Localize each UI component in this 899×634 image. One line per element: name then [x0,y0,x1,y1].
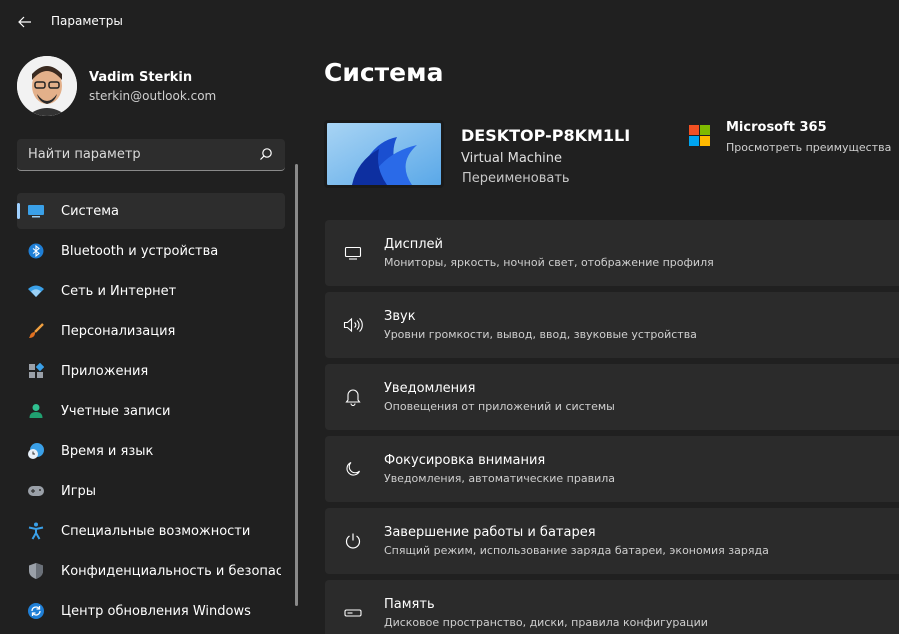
sidebar-item-label: Игры [61,483,97,499]
settings-list: Дисплей Мониторы, яркость, ночной свет, … [325,220,899,634]
sidebar-item-windows-update[interactable]: Центр обновления Windows [17,593,285,629]
update-icon [27,602,45,620]
avatar-caricature-icon [17,56,77,116]
device-name: DESKTOP-P8KM1LI [461,126,631,145]
settings-card-sound[interactable]: Звук Уровни громкости, вывод, ввод, звук… [325,292,899,358]
wifi-icon [27,282,45,300]
sidebar-item-label: Время и язык [61,443,154,459]
sidebar-item-system[interactable]: Система [17,193,285,229]
accessibility-icon [27,522,45,540]
card-subtitle: Уровни громкости, вывод, ввод, звуковые … [384,328,697,341]
card-title: Завершение работы и батарея [384,525,596,540]
search-icon[interactable] [259,147,273,161]
rename-link[interactable]: Переименовать [461,171,630,186]
sidebar-item-label: Bluetooth и устройства [61,243,219,259]
arrow-left-icon [18,16,31,28]
card-subtitle: Дисковое пространство, диски, правила ко… [384,616,708,629]
sidebar-nav: Система Bluetooth и устройства Сеть и Ин… [17,193,285,633]
user-profile[interactable]: Vadim Sterkin sterkin@outlook.com [17,55,216,117]
microsoft-logo-icon [689,125,710,146]
card-title: Уведомления [384,381,476,396]
sidebar-item-accessibility[interactable]: Специальные возможности [17,513,285,549]
card-subtitle: Уведомления, автоматические правила [384,472,615,485]
sidebar-item-label: Центр обновления Windows [61,603,251,619]
search-box[interactable] [17,139,285,171]
apps-icon [27,362,45,380]
card-title: Звук [384,309,416,324]
title-bar: Параметры [0,0,899,44]
back-button[interactable] [14,12,36,32]
avatar[interactable] [17,56,77,116]
settings-card-power[interactable]: Завершение работы и батарея Спящий режим… [325,508,899,574]
sidebar-item-label: Приложения [61,363,149,379]
person-icon [27,402,45,420]
display-icon [343,243,363,263]
user-email: sterkin@outlook.com [89,88,217,103]
gamepad-icon [27,482,45,500]
desktop-wallpaper-thumbnail [324,120,444,188]
user-name: Vadim Sterkin [89,69,193,85]
sidebar-item-label: Сеть и Интернет [61,283,177,299]
power-icon [343,531,363,551]
app-title: Параметры [51,14,123,28]
shield-icon [27,562,45,580]
page-title: Система [324,58,444,87]
sidebar-item-apps[interactable]: Приложения [17,353,285,389]
sidebar-item-bluetooth[interactable]: Bluetooth и устройства [17,233,285,269]
settings-card-focus-assist[interactable]: Фокусировка внимания Уведомления, автома… [325,436,899,502]
sidebar-item-gaming[interactable]: Игры [17,473,285,509]
device-card: DESKTOP-P8KM1LI Virtual Machine Переимен… [324,120,630,188]
card-title: Фокусировка внимания [384,453,546,468]
globe-clock-icon [27,442,45,460]
microsoft-365-promo[interactable]: Microsoft 365 Просмотреть преимущества [689,120,891,154]
card-subtitle: Мониторы, яркость, ночной свет, отображе… [384,256,714,269]
card-subtitle: Спящий режим, использование заряда батар… [384,544,769,557]
bell-icon [343,387,363,407]
promo-title: Microsoft 365 [726,120,827,135]
brush-icon [27,322,45,340]
storage-icon [343,603,363,623]
device-type: Virtual Machine [461,151,563,166]
settings-card-storage[interactable]: Память Дисковое пространство, диски, пра… [325,580,899,634]
settings-card-display[interactable]: Дисплей Мониторы, яркость, ночной свет, … [325,220,899,286]
search-input[interactable] [28,147,248,162]
card-subtitle: Оповещения от приложений и системы [384,400,615,413]
sidebar-item-accounts[interactable]: Учетные записи [17,393,285,429]
sidebar-item-label: Специальные возможности [61,523,251,539]
bluetooth-icon [27,242,45,260]
sidebar-item-label: Учетные записи [61,403,171,419]
sidebar-item-network[interactable]: Сеть и Интернет [17,273,285,309]
card-title: Дисплей [384,237,444,252]
sidebar-item-personalization[interactable]: Персонализация [17,313,285,349]
windows-bloom-icon [327,123,441,185]
speaker-icon [343,315,363,335]
moon-icon [343,459,363,479]
card-title: Память [384,597,435,612]
sidebar: Vadim Sterkin sterkin@outlook.com Систем… [0,44,300,634]
settings-card-notifications[interactable]: Уведомления Оповещения от приложений и с… [325,364,899,430]
sidebar-item-label: Система [61,203,120,219]
promo-subtitle: Просмотреть преимущества [726,141,892,154]
sidebar-item-privacy[interactable]: Конфиденциальность и безопасность [17,553,285,589]
sidebar-item-time-language[interactable]: Время и язык [17,433,285,469]
sidebar-item-label: Персонализация [61,323,176,339]
sidebar-item-label: Конфиденциальность и безопасность [61,563,281,579]
sidebar-scrollbar[interactable] [295,164,298,606]
monitor-icon [27,202,45,220]
